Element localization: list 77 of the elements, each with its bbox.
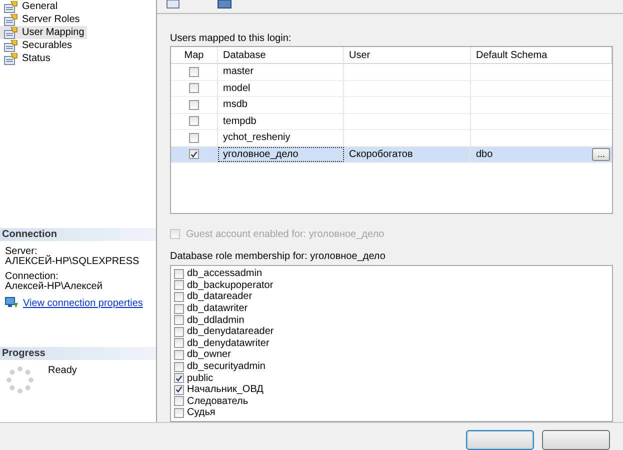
map-checkbox[interactable] xyxy=(189,149,199,160)
grid-row[interactable]: msdb xyxy=(171,97,612,114)
grid-label: Users mapped to this login: xyxy=(170,33,292,44)
roles-label: Database role membership for: уголовное_дело xyxy=(170,251,386,262)
role-name: db_denydatawriter xyxy=(187,338,270,349)
role-name: db_securityadmin xyxy=(187,361,266,372)
role-name: Следователь xyxy=(187,396,248,407)
page-item[interactable]: Securables xyxy=(0,39,76,52)
role-checkbox[interactable] xyxy=(174,268,184,279)
map-checkbox[interactable] xyxy=(189,100,199,110)
page-item[interactable]: General xyxy=(0,0,61,13)
table-cell: model xyxy=(218,80,344,96)
page-icon xyxy=(4,14,18,26)
role-checkbox[interactable] xyxy=(174,304,184,314)
role-name: db_datareader xyxy=(187,291,252,302)
properties-icon xyxy=(5,297,19,309)
role-checkbox[interactable] xyxy=(174,338,184,348)
table-cell: msdb xyxy=(218,97,344,112)
column-header[interactable]: Default Schema xyxy=(471,47,612,63)
column-header[interactable]: Map xyxy=(171,47,218,63)
page-icon xyxy=(4,26,18,38)
role-checkbox[interactable] xyxy=(174,408,184,418)
role-name: db_ddladmin xyxy=(187,314,244,326)
map-checkbox[interactable] xyxy=(189,83,199,94)
role-checkbox[interactable] xyxy=(174,326,184,337)
column-header[interactable]: Database xyxy=(218,47,344,63)
table-cell: master xyxy=(218,64,344,80)
role-checkbox[interactable] xyxy=(174,396,184,406)
role-checkbox[interactable] xyxy=(174,384,184,395)
role-checkbox[interactable] xyxy=(174,315,184,326)
table-cell: уголовное_дело xyxy=(218,146,344,162)
role-name: db_denydatareader xyxy=(187,326,274,338)
section-header: Connection xyxy=(0,228,156,241)
section-header: Progress xyxy=(0,347,156,360)
map-checkbox[interactable] xyxy=(189,66,199,77)
dialog-button[interactable] xyxy=(542,430,610,450)
role-name: db_backupoperator xyxy=(187,280,274,291)
grid-row[interactable]: уголовное_дело Скоробогатов dbo ... xyxy=(171,146,612,163)
page-item[interactable]: Server Roles xyxy=(0,13,83,26)
table-cell: tempdb xyxy=(218,114,344,129)
page-icon xyxy=(4,52,18,64)
grid-row[interactable]: model xyxy=(171,80,612,97)
table-cell: ychot_resheniy xyxy=(218,130,344,146)
document-icon[interactable] xyxy=(166,0,182,9)
table-cell: dbo xyxy=(476,148,493,160)
role-name: Судья xyxy=(187,407,216,418)
connection-label: Connection: xyxy=(5,272,58,282)
server-name: АЛЕКСЕЙ-HP\SQLEXPRESS xyxy=(5,257,140,267)
grid-row[interactable]: tempdb xyxy=(171,114,612,130)
dialog-button[interactable] xyxy=(466,430,534,450)
table-cell: Скоробогатов xyxy=(344,146,471,162)
column-header[interactable]: User xyxy=(344,47,471,63)
role-name: db_accessadmin xyxy=(187,268,262,280)
spinner-icon xyxy=(6,366,34,394)
map-checkbox[interactable] xyxy=(189,116,199,126)
browse-button[interactable]: ... xyxy=(592,148,610,161)
role-checkbox[interactable] xyxy=(174,292,184,302)
role-name: db_owner xyxy=(187,349,231,360)
guest-label: Guest account enabled for: уголовное_дело xyxy=(186,228,384,240)
role-checkbox[interactable] xyxy=(174,362,184,372)
book-icon[interactable] xyxy=(217,0,233,9)
page-item[interactable]: Status xyxy=(0,52,54,65)
page-item[interactable]: User Mapping xyxy=(0,26,88,39)
page-icon xyxy=(4,0,18,12)
role-name: public xyxy=(187,372,214,384)
role-checkbox[interactable] xyxy=(174,373,184,384)
role-name: Начальник_ОВД xyxy=(187,384,264,396)
role-name: db_datawriter xyxy=(187,303,248,314)
progress-status: Ready xyxy=(48,366,77,378)
map-checkbox[interactable] xyxy=(189,132,199,143)
role-checkbox[interactable] xyxy=(174,280,184,290)
server-label: Server: xyxy=(5,247,38,257)
page-icon xyxy=(4,40,18,52)
role-checkbox[interactable] xyxy=(174,350,184,360)
grid-row[interactable]: master xyxy=(171,64,612,80)
view-properties-link[interactable]: View connection properties xyxy=(23,298,143,308)
connection-name: Алексей-HP\Алексей xyxy=(5,282,104,292)
